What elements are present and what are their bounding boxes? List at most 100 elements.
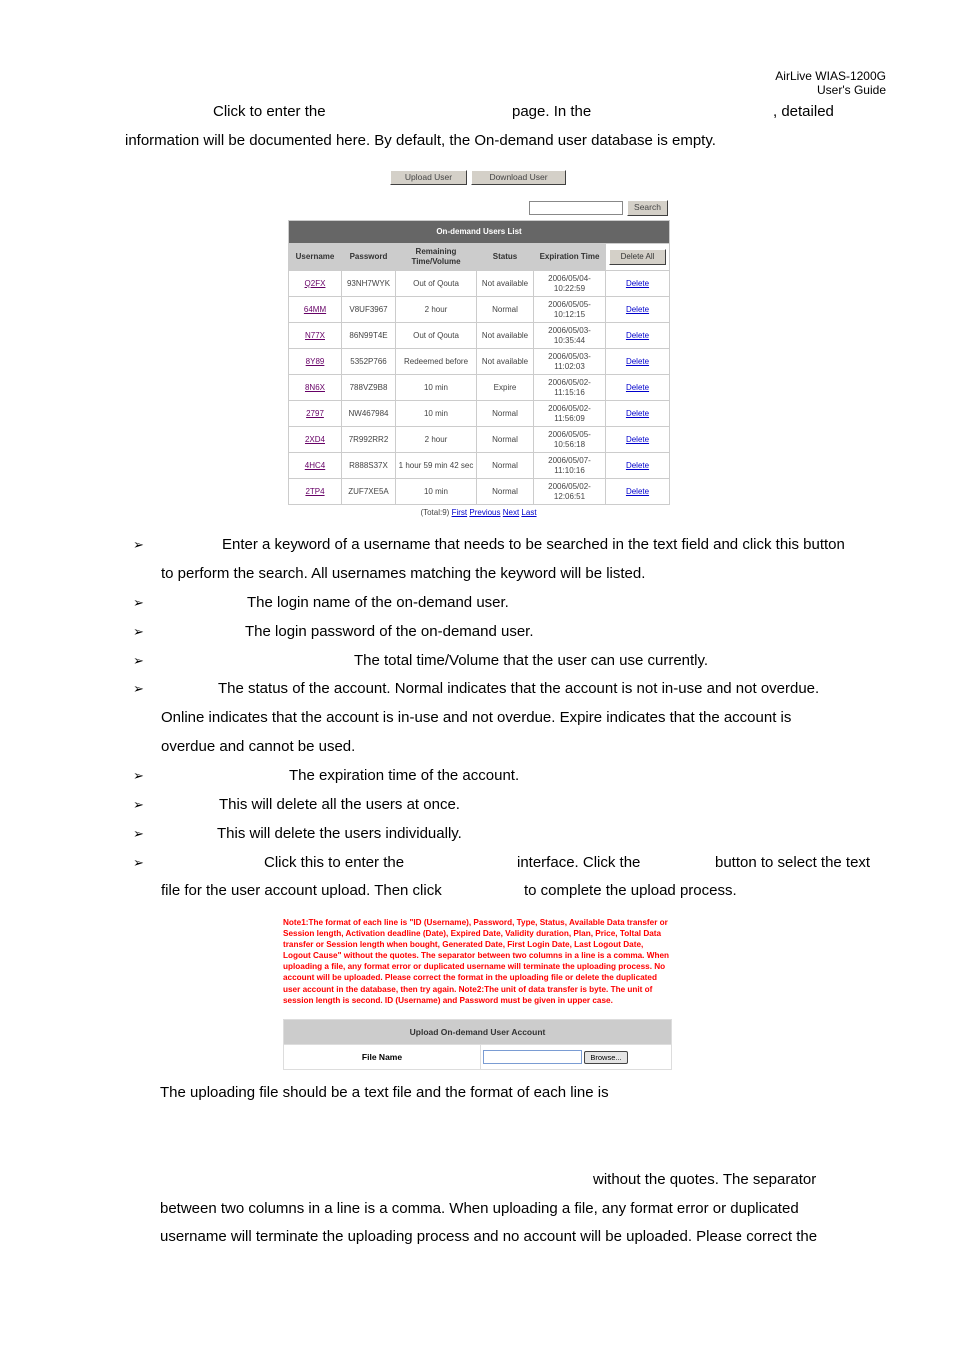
- bullet-text: interface. Click the: [517, 854, 641, 871]
- remaining-cell: 10 min: [395, 374, 477, 401]
- col-username: Username: [288, 243, 342, 271]
- expiration-cell: 2006/05/02-11:15:16: [533, 374, 606, 401]
- password-cell: R888S37X: [341, 452, 396, 479]
- expiration-cell: 2006/05/04-10:22:59: [533, 270, 606, 297]
- total-count: (Total:9): [420, 508, 450, 517]
- table-row: 8Y89 5352P766 Redeemed before Not available…: [288, 348, 671, 375]
- status-cell: Not available: [476, 348, 534, 375]
- delete-link[interactable]: Delete: [626, 383, 649, 392]
- remaining-cell: 10 min: [395, 478, 477, 505]
- expiration-cell: 2006/05/07-11:10:16: [533, 452, 606, 479]
- delete-cell: Delete: [604, 400, 671, 427]
- delete-link[interactable]: Delete: [626, 279, 649, 288]
- delete-cell: Delete: [604, 270, 671, 297]
- table-row: 4HC4 R888S37X 1 hour 59 min 42 sec Normal 20…: [288, 452, 671, 479]
- users-list-table: On-demand Users List Username Password R…: [287, 220, 671, 505]
- table-row: 8N6X 788VZ9B8 10 min Expire 2006/05/02-11:15…: [288, 374, 671, 401]
- bullet-text: overdue and cannot be used.: [161, 738, 356, 755]
- bullet-text: button to select the text: [715, 854, 871, 871]
- table-row: 2XD4 7R992RR2 2 hour Normal 2006/05/05-10:56…: [288, 426, 671, 453]
- delete-link[interactable]: Delete: [626, 409, 649, 418]
- username-link[interactable]: 4HC4: [305, 461, 325, 470]
- pagination: (Total:9) First Previous Next Last: [288, 508, 669, 517]
- search-input[interactable]: [529, 201, 623, 215]
- password-cell: 788VZ9B8: [341, 374, 396, 401]
- delete-cell: Delete: [604, 426, 671, 453]
- delete-cell: Delete: [604, 322, 671, 349]
- username-link[interactable]: 2797: [306, 409, 324, 418]
- bullet-text: Online indicates that the account is in-…: [161, 709, 792, 726]
- bullet-text: Click this to enter the: [264, 854, 405, 871]
- username-link[interactable]: 64MM: [304, 305, 326, 314]
- file-name-input[interactable]: [483, 1050, 582, 1064]
- status-cell: Normal: [476, 400, 534, 427]
- delete-link[interactable]: Delete: [626, 435, 649, 444]
- upload-form: Upload On-demand User Account File Name …: [283, 1019, 672, 1070]
- bullet-arrow-icon: ➢: [133, 797, 144, 812]
- username-cell: N77X: [288, 322, 342, 349]
- status-cell: Not available: [476, 270, 534, 297]
- username-cell: 2XD4: [288, 426, 342, 453]
- remaining-cell: 1 hour 59 min 42 sec: [395, 452, 477, 479]
- delete-cell: Delete: [604, 374, 671, 401]
- username-link[interactable]: Q2FX: [305, 279, 326, 288]
- intro-text: information will be documented here. By …: [125, 132, 716, 149]
- download-user-button[interactable]: Download User: [471, 170, 566, 185]
- bullet-arrow-icon: ➢: [133, 826, 144, 841]
- delete-link[interactable]: Delete: [626, 487, 649, 496]
- delete-all-button[interactable]: Delete All: [609, 249, 667, 265]
- password-cell: V8UF3967: [341, 296, 396, 323]
- body-text: username will terminate the uploading pr…: [160, 1228, 818, 1245]
- intro-text: Click to enter the: [213, 103, 326, 120]
- expiration-cell: 2006/05/02-12:06:51: [533, 478, 606, 505]
- previous-link[interactable]: Previous: [469, 508, 500, 517]
- delete-link[interactable]: Delete: [626, 461, 649, 470]
- expiration-cell: 2006/05/02-11:56:09: [533, 400, 606, 427]
- remaining-cell: Redeemed before: [395, 348, 477, 375]
- expiration-cell: 2006/05/05-10:12:15: [533, 296, 606, 323]
- bullet-arrow-icon: ➢: [133, 768, 144, 783]
- bullet-arrow-icon: ➢: [133, 855, 144, 870]
- username-cell: 64MM: [288, 296, 342, 323]
- expiration-cell: 2006/05/03-11:02:03: [533, 348, 606, 375]
- first-link[interactable]: First: [452, 508, 468, 517]
- upload-user-button[interactable]: Upload User: [390, 170, 467, 185]
- delete-link[interactable]: Delete: [626, 331, 649, 340]
- username-link[interactable]: 2XD4: [305, 435, 325, 444]
- bullet-text: This will delete the users individually.: [217, 825, 462, 842]
- browse-button[interactable]: Browse...: [584, 1050, 628, 1064]
- table-title: On-demand Users List: [287, 220, 671, 244]
- col-remaining: Remaining Time/Volume: [395, 243, 477, 271]
- remaining-cell: 2 hour: [395, 426, 477, 453]
- bullet-text: The login password of the on-demand user…: [245, 623, 534, 640]
- bullet-text: file for the user account upload. Then c…: [161, 882, 442, 899]
- next-link[interactable]: Next: [503, 508, 519, 517]
- delete-link[interactable]: Delete: [626, 357, 649, 366]
- bullet-text: The status of the account. Normal indica…: [218, 680, 820, 697]
- bullet-text: Enter a keyword of a username that needs…: [222, 536, 845, 553]
- username-link[interactable]: 2TP4: [305, 487, 324, 496]
- username-cell: 2797: [288, 400, 342, 427]
- status-cell: Normal: [476, 426, 534, 453]
- table-row: Q2FX 93NH7WYK Out of Qouta Not available 200…: [288, 270, 671, 297]
- delete-cell: Delete: [604, 452, 671, 479]
- search-button[interactable]: Search: [627, 200, 668, 216]
- password-cell: 93NH7WYK: [341, 270, 396, 297]
- username-link[interactable]: N77X: [305, 331, 325, 340]
- username-link[interactable]: 8N6X: [305, 383, 325, 392]
- username-cell: 2TP4: [288, 478, 342, 505]
- status-cell: Expire: [476, 374, 534, 401]
- col-expiration: Expiration Time: [533, 243, 606, 271]
- table-row: 64MM V8UF3967 2 hour Normal 2006/05/05-10:12…: [288, 296, 671, 323]
- header-product: AirLive WIAS-1200G: [775, 69, 886, 83]
- username-cell: 4HC4: [288, 452, 342, 479]
- file-name-label: File Name: [283, 1044, 481, 1070]
- header-guide: User's Guide: [817, 83, 886, 97]
- username-cell: 8N6X: [288, 374, 342, 401]
- username-link[interactable]: 8Y89: [306, 357, 325, 366]
- table-row: 2TP4 ZUF7XE5A 10 min Normal 2006/05/02-12:06…: [288, 478, 671, 505]
- last-link[interactable]: Last: [521, 508, 536, 517]
- status-cell: Normal: [476, 296, 534, 323]
- delete-link[interactable]: Delete: [626, 305, 649, 314]
- username-cell: Q2FX: [288, 270, 342, 297]
